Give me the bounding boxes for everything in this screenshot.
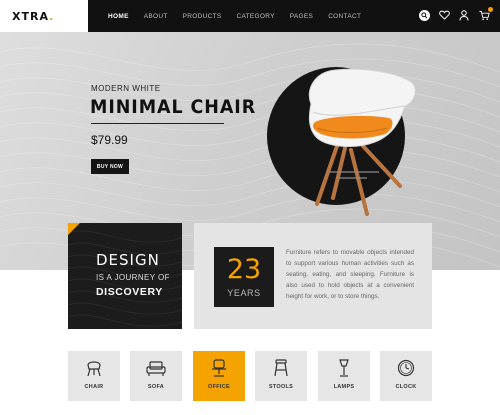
logo-dot: . xyxy=(49,9,55,23)
chair-image xyxy=(267,54,417,229)
buy-now-button[interactable]: BUY NOW xyxy=(91,159,129,174)
category-label: OFFICE xyxy=(208,384,230,390)
category-lamps[interactable]: LAMPS xyxy=(318,351,370,401)
years-badge: 23 YEARS xyxy=(214,247,274,307)
site-header: XTRA. HOME ABOUT PRODUCTS CATEGORY PAGES… xyxy=(0,0,500,32)
category-label: LAMPS xyxy=(333,384,355,390)
design-card: DESIGN IS A JOURNEY OF DISCOVERY xyxy=(68,223,182,329)
category-label: CLOCK xyxy=(395,384,417,390)
logo[interactable]: XTRA. xyxy=(0,0,88,32)
about-text: Furniture refers to movable objects inte… xyxy=(286,249,414,300)
category-label: SOFA xyxy=(147,384,165,390)
years-label: YEARS xyxy=(227,288,261,298)
cart-icon[interactable] xyxy=(478,7,493,21)
hero-title: MINIMAL CHAIR xyxy=(90,96,257,118)
heart-icon[interactable] xyxy=(438,9,450,21)
about-panel: 23 YEARS Furniture refers to movable obj… xyxy=(194,223,432,329)
hero-subtitle: MODERN WHITE xyxy=(91,84,161,93)
category-label: CHAIR xyxy=(84,384,104,390)
clock-icon xyxy=(397,359,415,377)
logo-text: XTRA xyxy=(12,9,50,23)
stool-icon xyxy=(274,359,288,377)
category-label: STOOLS xyxy=(268,384,294,390)
cart-badge xyxy=(488,7,493,12)
user-icon[interactable] xyxy=(458,9,470,21)
design-subtitle: IS A JOURNEY OF xyxy=(96,273,170,282)
nav-item-about[interactable]: ABOUT xyxy=(144,13,168,20)
design-bottom-text: DISCOVERY xyxy=(96,286,163,298)
nav-item-home[interactable]: HOME xyxy=(108,13,129,20)
category-clock[interactable]: CLOCK xyxy=(380,351,432,401)
design-corner-accent xyxy=(68,223,80,235)
nav-item-products[interactable]: PRODUCTS xyxy=(183,13,222,20)
nav-item-contact[interactable]: CONTACT xyxy=(328,13,361,20)
sofa-icon xyxy=(146,361,166,376)
nav-item-category[interactable]: CATEGORY xyxy=(236,13,274,20)
category-stools[interactable]: STOOLS xyxy=(255,351,307,401)
chair-icon xyxy=(87,361,101,377)
search-icon[interactable] xyxy=(418,9,430,21)
header-icons xyxy=(418,7,493,21)
category-sofa[interactable]: SOFA xyxy=(130,351,182,401)
hero-price: $79.99 xyxy=(91,133,128,147)
office-chair-icon xyxy=(212,359,226,377)
hero-divider xyxy=(91,123,224,124)
design-title: DESIGN xyxy=(96,251,160,269)
category-office[interactable]: OFFICE xyxy=(193,351,245,401)
lamp-icon xyxy=(339,359,349,377)
category-chair[interactable]: CHAIR xyxy=(68,351,120,401)
years-number: 23 xyxy=(226,254,262,285)
nav-item-pages[interactable]: PAGES xyxy=(290,13,313,20)
